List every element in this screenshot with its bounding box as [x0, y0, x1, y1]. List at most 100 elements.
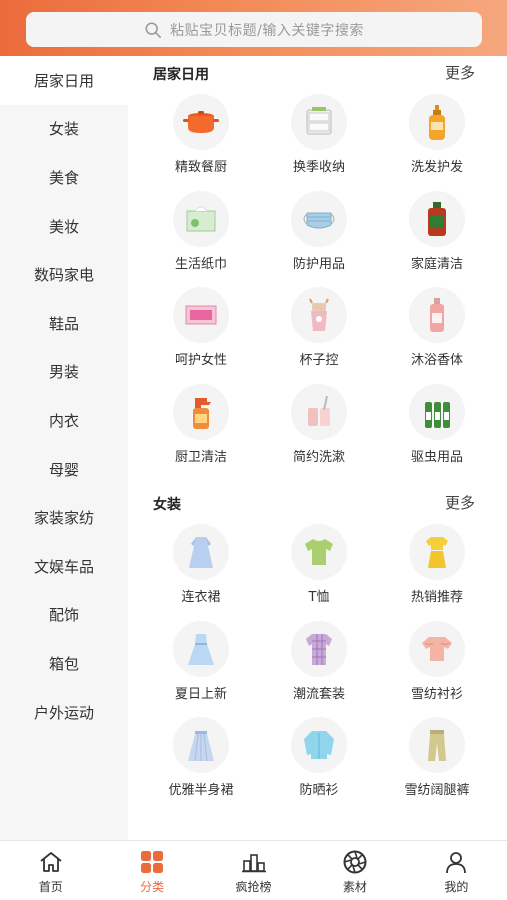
tab-label: 首页: [38, 880, 63, 894]
subcategory-item[interactable]: 雪纺衬衫: [378, 615, 496, 712]
toothbrush-cup-icon: [291, 383, 347, 440]
tab-home[interactable]: 首页: [0, 841, 101, 900]
tab-label: 我的: [444, 880, 469, 894]
subcategory-label: 优雅半身裙: [168, 783, 234, 798]
subcategory-grid: 精致餐厨 换季收纳 洗发护发 生活纸巾 防护用品 家庭清洁 呵护女性 杯子控 沐…: [128, 88, 507, 474]
sidebar-item-mens-clothing[interactable]: 男装: [0, 348, 128, 397]
search-bar[interactable]: 粘贴宝贝标题/输入关键字搜索: [26, 12, 482, 47]
shampoo-bottle-icon: [409, 94, 465, 150]
tab-category[interactable]: 分类: [101, 841, 202, 900]
sidebar-item-label: 文娱车品: [33, 557, 94, 576]
subcategory-item[interactable]: 洗发护发: [378, 88, 496, 185]
category-content: 居家日用 更多 精致餐厨 换季收纳 洗发护发 生活纸巾 防护用品 家庭清洁 呵护…: [128, 56, 507, 840]
sidebar-item-womens-clothing[interactable]: 女装: [0, 105, 128, 154]
subcategory-item[interactable]: 驱虫用品: [378, 378, 496, 475]
subcategory-item[interactable]: 沐浴香体: [378, 281, 496, 378]
subcategory-label: 热销推荐: [410, 590, 463, 605]
sidebar-item-underwear[interactable]: 内衣: [0, 396, 128, 445]
sun-jacket-icon: [291, 717, 347, 773]
wide-pants-icon: [409, 717, 465, 773]
subcategory-label: 雪纺阔腿裤: [404, 783, 470, 798]
subcategory-label: 简约洗漱: [292, 449, 345, 465]
cleaner-bottle-icon: [409, 190, 465, 247]
section-header: 居家日用 更多: [128, 56, 507, 88]
sidebar-item-outdoor-sports[interactable]: 户外运动: [0, 688, 128, 737]
subcategory-item[interactable]: 厨卫清洁: [142, 378, 260, 475]
skirt-icon: [173, 717, 229, 773]
subcategory-label: 连衣裙: [181, 590, 221, 605]
subcategory-item[interactable]: 精致餐厨: [142, 88, 260, 185]
subcategory-label: 生活纸巾: [174, 256, 227, 272]
sidebar-item-home-goods[interactable]: 居家日用: [0, 56, 128, 105]
subcategory-label: 驱虫用品: [410, 449, 463, 465]
subcategory-label: 防晒衫: [299, 783, 339, 798]
subcategory-label: 潮流套装: [292, 686, 345, 702]
sidebar-item-label: 配饰: [48, 606, 79, 625]
sidebar-item-label: 家装家纺: [33, 509, 94, 528]
tab-ranking[interactable]: 疯抢榜: [203, 841, 304, 900]
body-wash-bottle-icon: [409, 287, 465, 343]
more-link[interactable]: 更多: [445, 492, 475, 513]
subcategory-label: 精致餐厨: [174, 160, 227, 175]
sidebar-item-accessories[interactable]: 配饰: [0, 591, 128, 640]
aperture-icon: [343, 850, 367, 874]
subcategory-item[interactable]: 连衣裙: [142, 518, 260, 615]
subcategory-item[interactable]: 简约洗漱: [260, 378, 378, 475]
storage-drawer-icon: [291, 94, 347, 150]
sidebar-item-shoes[interactable]: 鞋品: [0, 299, 128, 348]
more-link[interactable]: 更多: [445, 62, 475, 83]
sidebar-item-label: 美食: [48, 168, 79, 187]
person-icon: [446, 852, 467, 874]
face-mask-icon: [291, 190, 347, 247]
sidebar-item-beauty[interactable]: 美妆: [0, 202, 128, 251]
sidebar-item-maternal-baby[interactable]: 母婴: [0, 445, 128, 494]
yellow-outfit-icon: [409, 524, 465, 580]
home-icon: [40, 852, 62, 872]
repellent-bottles-icon: [409, 383, 465, 440]
sidebar-item-label: 数码家电: [33, 266, 94, 285]
sidebar-item-label: 美妆: [48, 217, 79, 236]
sidebar-item-label: 箱包: [48, 654, 79, 673]
cup-icon: [291, 287, 347, 343]
sidebar-item-food[interactable]: 美食: [0, 153, 128, 202]
sidebar-item-label: 鞋品: [48, 314, 79, 333]
subcategory-item[interactable]: 生活纸巾: [142, 185, 260, 282]
chiffon-blouse-icon: [409, 620, 465, 677]
spray-bottle-icon: [173, 383, 229, 440]
subcategory-item[interactable]: T恤: [260, 518, 378, 615]
subcategory-item[interactable]: 优雅半身裙: [142, 711, 260, 808]
sanitary-pad-icon: [173, 287, 229, 343]
subcategory-label: 换季收纳: [292, 160, 345, 175]
sidebar-item-label: 母婴: [48, 460, 79, 479]
subcategory-item[interactable]: 雪纺阔腿裤: [378, 711, 496, 808]
pot-icon: [173, 94, 229, 150]
sidebar-item-label: 户外运动: [33, 703, 94, 722]
subcategory-item[interactable]: 防护用品: [260, 185, 378, 282]
subcategory-grid: 连衣裙 T恤 热销推荐 夏日上新 潮流套装 雪纺衬衫 优雅半身裙 防晒衫 雪纺阔…: [128, 518, 507, 808]
subcategory-item[interactable]: 潮流套装: [260, 615, 378, 712]
subcategory-item[interactable]: 杯子控: [260, 281, 378, 378]
tab-mine[interactable]: 我的: [406, 841, 507, 900]
subcategory-label: 呵护女性: [174, 353, 227, 368]
tab-material[interactable]: 素材: [304, 841, 405, 900]
sidebar-item-home-textiles[interactable]: 家装家纺: [0, 493, 128, 542]
subcategory-item[interactable]: 夏日上新: [142, 615, 260, 712]
subcategory-label: 家庭清洁: [410, 256, 463, 272]
subcategory-label: 洗发护发: [410, 160, 463, 175]
sidebar-item-entertainment-car[interactable]: 文娱车品: [0, 542, 128, 591]
subcategory-label: 沐浴香体: [410, 353, 463, 368]
subcategory-label: 杯子控: [299, 353, 339, 368]
sidebar-item-electronics[interactable]: 数码家电: [0, 250, 128, 299]
search-placeholder: 粘贴宝贝标题/输入关键字搜索: [170, 22, 364, 39]
subcategory-item[interactable]: 防晒衫: [260, 711, 378, 808]
subcategory-item[interactable]: 热销推荐: [378, 518, 496, 615]
subcategory-item[interactable]: 呵护女性: [142, 281, 260, 378]
subcategory-item[interactable]: 家庭清洁: [378, 185, 496, 282]
sidebar-item-bags[interactable]: 箱包: [0, 639, 128, 688]
subcategory-label: 夏日上新: [174, 686, 227, 702]
ranking-icon: [241, 854, 266, 873]
category-grid-icon: [141, 851, 164, 873]
subcategory-item[interactable]: 换季收纳: [260, 88, 378, 185]
tshirt-icon: [291, 524, 347, 580]
tissue-box-icon: [173, 190, 229, 247]
